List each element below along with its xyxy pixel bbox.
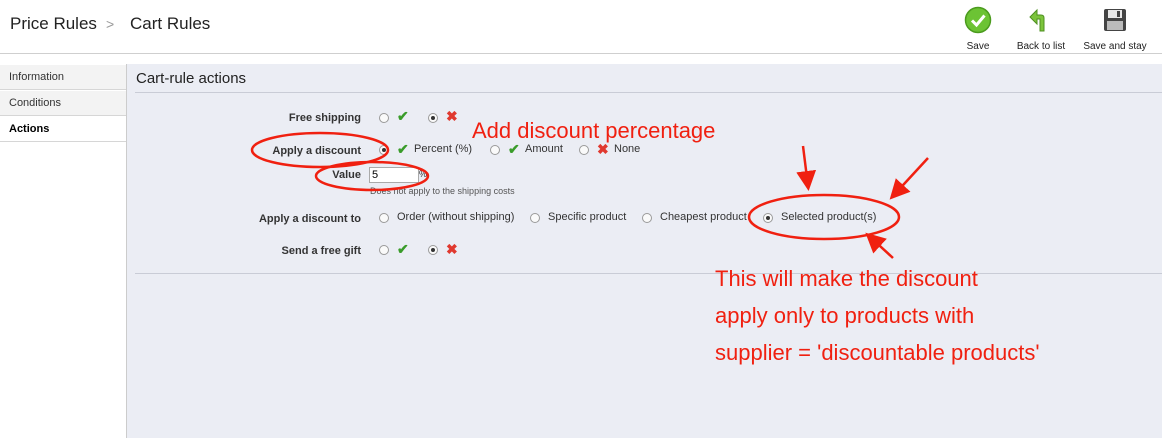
highlight-ellipse bbox=[314, 160, 430, 192]
annotation-overlay bbox=[250, 131, 929, 259]
annotation-arrow bbox=[865, 232, 894, 259]
annotation-arrow bbox=[796, 145, 817, 191]
annotation-arrow bbox=[889, 157, 929, 200]
highlight-ellipse bbox=[747, 193, 901, 241]
